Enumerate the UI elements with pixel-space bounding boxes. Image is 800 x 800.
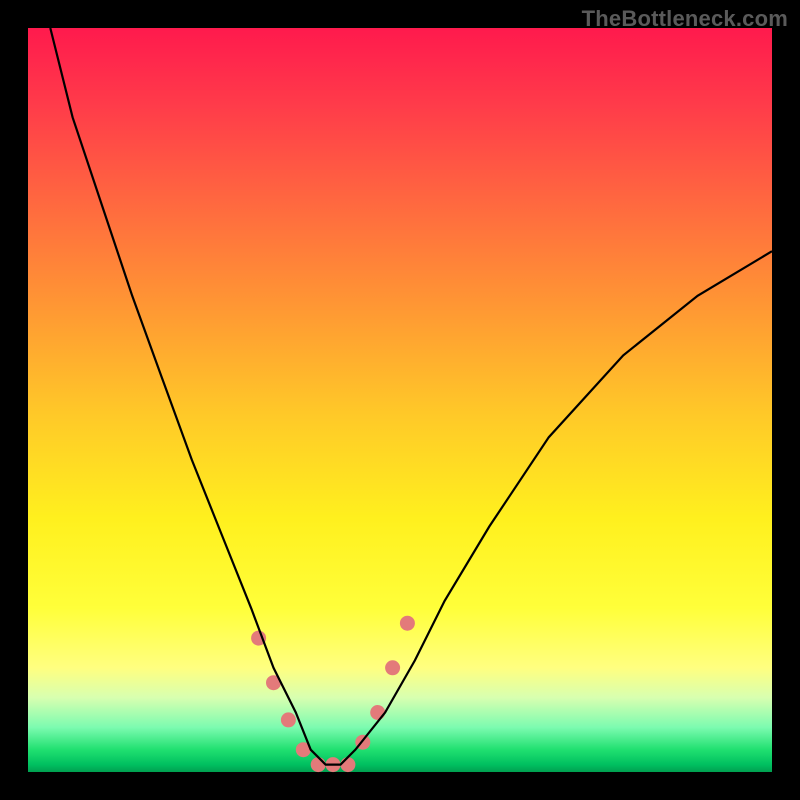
marker-dot [281, 712, 296, 727]
curve-layer [28, 28, 772, 772]
marker-dot [400, 616, 415, 631]
marker-dot [370, 705, 385, 720]
watermark-text: TheBottleneck.com [582, 6, 788, 32]
chart-frame: TheBottleneck.com [0, 0, 800, 800]
marker-series [251, 616, 415, 772]
marker-dot [311, 757, 326, 772]
marker-dot [340, 757, 355, 772]
plot-area [28, 28, 772, 772]
marker-dot [385, 660, 400, 675]
bottleneck-curve [50, 28, 772, 765]
